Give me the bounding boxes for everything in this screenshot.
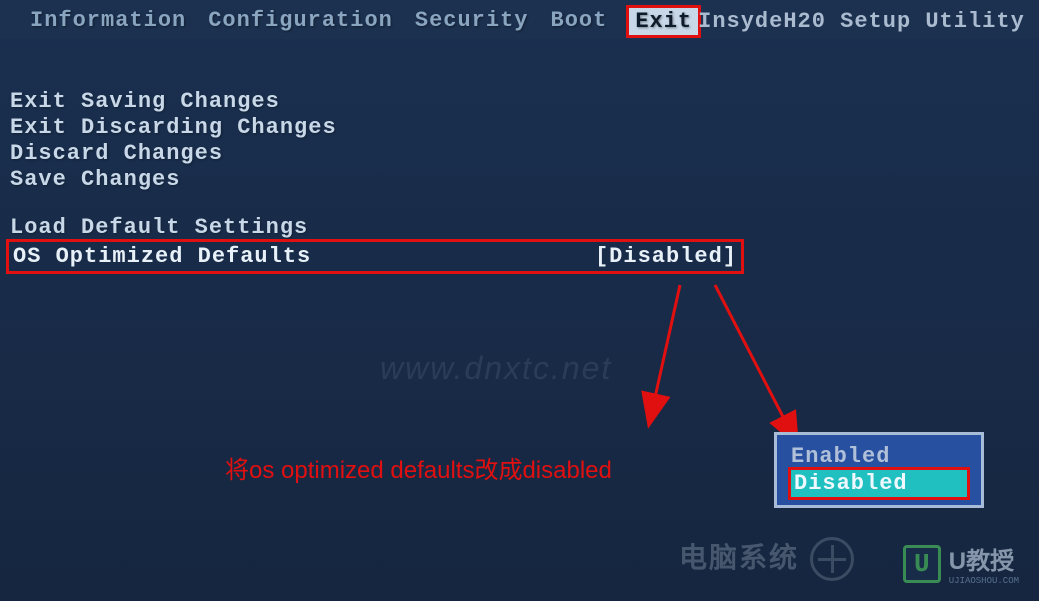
option-disabled[interactable]: Disabled	[788, 467, 970, 500]
watermark-left-text: 电脑系统	[679, 536, 799, 576]
tab-bar: Information Configuration Security Boot …	[30, 8, 698, 35]
option-popup: Enabled Disabled	[774, 432, 984, 508]
bios-setup-screen: Information Configuration Security Boot …	[0, 0, 1039, 601]
watermark-badge: U	[903, 545, 941, 583]
watermark-main-text: U教授	[949, 548, 1014, 575]
utility-title: InsydeH20 Setup Utility	[698, 9, 1025, 34]
top-bar: Information Configuration Security Boot …	[0, 0, 1039, 39]
tab-boot[interactable]: Boot	[551, 8, 608, 35]
menu-load-defaults[interactable]: Load Default Settings	[10, 215, 1029, 240]
tab-configuration[interactable]: Configuration	[208, 8, 393, 35]
tab-security[interactable]: Security	[415, 8, 529, 35]
os-optimized-value: [Disabled]	[595, 244, 737, 269]
tab-information[interactable]: Information	[30, 8, 186, 35]
menu-save-changes[interactable]: Save Changes	[10, 167, 1029, 192]
content-area: Exit Saving Changes Exit Discarding Chan…	[0, 39, 1039, 274]
watermark-logo: U U教授 UJIAOSHOU.COM	[903, 541, 1019, 586]
watermark-url: www.dnxtc.net	[380, 350, 612, 387]
menu-exit-discarding[interactable]: Exit Discarding Changes	[10, 115, 1029, 140]
menu-exit-saving[interactable]: Exit Saving Changes	[10, 89, 1029, 114]
watermark-circle-icon	[810, 537, 854, 581]
watermark-sub-text: UJIAOSHOU.COM	[949, 576, 1019, 586]
os-optimized-label: OS Optimized Defaults	[13, 244, 311, 269]
menu-os-optimized-defaults[interactable]: OS Optimized Defaults [Disabled]	[6, 239, 744, 274]
tab-exit[interactable]: Exit	[626, 5, 701, 38]
option-enabled[interactable]: Enabled	[791, 443, 967, 470]
annotation-text: 将os optimized defaults改成disabled	[225, 450, 612, 485]
menu-discard-changes[interactable]: Discard Changes	[10, 141, 1029, 166]
